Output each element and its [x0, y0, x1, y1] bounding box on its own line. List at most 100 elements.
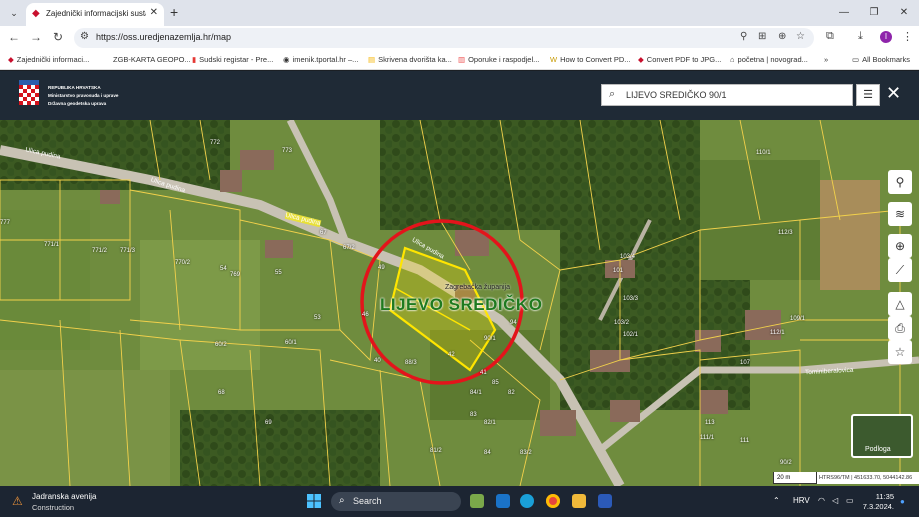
battery-icon[interactable]: ▭: [846, 496, 854, 505]
parcel-label: 42: [448, 352, 455, 358]
shape-icon[interactable]: △: [888, 292, 912, 316]
bookmark-item[interactable]: ▮ Sudski registar - Pre...: [192, 55, 273, 64]
parcel-label: 90/1: [484, 336, 496, 342]
weather-title: Jadranska avenija: [32, 492, 97, 501]
parcel-label: 772: [210, 140, 221, 146]
bookmark-item[interactable]: W How to Convert PD...: [550, 55, 631, 64]
parcel-label: 113: [705, 420, 715, 426]
tray-chevron-icon[interactable]: ⌃: [773, 496, 780, 505]
parcel-label: 777: [0, 220, 11, 226]
parcel-label: 53: [314, 315, 321, 321]
measure-icon[interactable]: ⟋: [888, 258, 912, 282]
tab-search-icon[interactable]: ⌄: [6, 5, 22, 21]
back-icon[interactable]: ←: [6, 30, 22, 44]
address-bar[interactable]: ⚙ https://oss.uredjenazemlja.hr/map ⚲ ⊞ …: [74, 28, 814, 48]
download-icon[interactable]: ⤓: [858, 30, 863, 43]
basemap-label: Podloga: [865, 446, 891, 453]
url-text: https://oss.uredjenazemlja.hr/map: [96, 32, 232, 42]
all-bookmarks[interactable]: ▭ All Bookmarks: [852, 55, 910, 64]
coordinate-readout: HTRS96/TM | 451633.70, 5044142.86: [817, 472, 919, 484]
chrome-app-icon[interactable]: [546, 494, 560, 508]
parcel-search-input[interactable]: ⌕ LIJEVO SREDIČKO 90/1: [601, 84, 853, 106]
parcel-label: 40: [374, 358, 381, 364]
locate-icon[interactable]: ⚲: [888, 170, 912, 194]
parcel-label: 112/1: [770, 330, 785, 336]
map-canvas[interactable]: LIJEVO SREDIČKO Zagrebačka županija Ulic…: [0, 120, 919, 486]
parcel-label: 67: [320, 230, 327, 236]
site-favicon-icon: ◆: [32, 8, 40, 19]
maximize-icon[interactable]: ❐: [859, 0, 889, 26]
forward-icon[interactable]: →: [28, 30, 44, 44]
bookmark-item[interactable]: ▥ Oporuke i raspodjel...: [458, 55, 539, 64]
parcel-label: 771/1: [44, 242, 60, 248]
parcel-label: 111/1: [700, 435, 715, 441]
site-info-icon[interactable]: ⚙: [80, 31, 89, 42]
bookmark-item[interactable]: ▤ Skrivena dvorišta ka...: [368, 55, 452, 64]
widgets-app-icon[interactable]: [470, 494, 484, 508]
tab-strip: ⌄ ◆ Zajednički informacijski sustav z ✕ …: [0, 0, 919, 26]
extensions-icon[interactable]: ⧉: [826, 30, 834, 43]
bookmark-item[interactable]: ◆ Convert PDF to JPG...: [638, 55, 721, 64]
parcel-label: 81/2: [430, 448, 442, 454]
minimize-icon[interactable]: —: [829, 0, 859, 26]
bookmark-item[interactable]: ⌂ početna | novograd...: [730, 55, 808, 64]
new-tab-icon[interactable]: +: [170, 4, 178, 20]
doc-icon: ▥: [458, 55, 466, 64]
translate-icon[interactable]: ⊞: [758, 31, 766, 42]
basemap-switcher[interactable]: Podloga: [851, 414, 913, 458]
taskbar-search-placeholder: Search: [353, 496, 382, 506]
construction-icon[interactable]: ⚠: [12, 494, 23, 508]
folder-icon: ▭: [852, 55, 860, 64]
bookmark-item[interactable]: ◆ Zajednički informaci...: [8, 55, 89, 64]
parcel-label: 84: [484, 450, 491, 456]
parcel-label: 771/3: [120, 248, 136, 254]
outlook-app-icon[interactable]: [496, 494, 510, 508]
volume-icon[interactable]: ◁: [832, 496, 838, 505]
search-value: LIJEVO SREDIČKO 90/1: [626, 90, 727, 100]
parcel-label: 103/4: [620, 254, 636, 260]
file-explorer-app-icon[interactable]: [572, 494, 586, 508]
system-clock[interactable]: 11:35 7.3.2024.: [862, 492, 894, 512]
parcel-label: 88/3: [405, 360, 417, 366]
tab-active[interactable]: ◆ Zajednički informacijski sustav z ✕: [26, 3, 164, 26]
flag-icon: ▮: [192, 55, 197, 64]
reload-icon[interactable]: ↻: [50, 30, 66, 44]
profile-avatar[interactable]: I: [880, 31, 892, 43]
notification-icon[interactable]: ●: [900, 497, 905, 506]
tab-title: Zajednički informacijski sustav z: [46, 9, 146, 18]
location-icon[interactable]: ⚲: [740, 31, 747, 42]
wifi-icon[interactable]: ◠: [818, 496, 825, 505]
favorite-star-icon[interactable]: ☆: [888, 340, 912, 364]
croatia-crest-icon: [19, 80, 39, 105]
close-icon[interactable]: ✕: [886, 83, 901, 103]
globe-icon: ◉: [283, 55, 290, 64]
taskbar: ⚠ Jadranska avenija Construction ⌕ Searc…: [0, 486, 919, 517]
menu-icon[interactable]: ⋮: [902, 30, 913, 43]
bookmark-item[interactable]: ZGB-KARTA GEOPO...: [113, 55, 191, 64]
word-app-icon[interactable]: [598, 494, 612, 508]
bookmark-item[interactable]: ◉ imenik.tportal.hr –...: [283, 55, 358, 64]
parcel-label: 83: [470, 412, 477, 418]
bookmarks-bar: ◆ Zajednički informaci... ZGB-KARTA GEOPO…: [0, 50, 919, 70]
home-icon: ⌂: [730, 55, 735, 64]
close-tab-icon[interactable]: ✕: [150, 7, 158, 18]
weather-subtitle: Construction: [32, 503, 75, 512]
zoom-icon[interactable]: ⊕: [778, 31, 786, 42]
filter-icon[interactable]: ☰: [856, 84, 880, 106]
edge-app-icon[interactable]: [520, 494, 534, 508]
layers-icon[interactable]: ≋: [888, 202, 912, 226]
parcel-label: 69: [265, 420, 272, 426]
print-icon[interactable]: ⎙: [888, 316, 912, 340]
w-icon: W: [550, 55, 558, 64]
bookmark-star-icon[interactable]: ☆: [796, 31, 805, 42]
taskbar-search[interactable]: ⌕ Search: [331, 492, 461, 511]
zoom-search-icon[interactable]: ⊕: [888, 234, 912, 258]
more-bookmarks-icon[interactable]: »: [824, 55, 828, 64]
parcel-label: 83/2: [520, 450, 532, 456]
favicon-icon: ◆: [8, 55, 14, 64]
language-indicator[interactable]: HRV: [793, 496, 810, 505]
close-window-icon[interactable]: ✕: [889, 0, 919, 26]
organization-name: REPUBLIKA HRVATSKA Ministarstvo pravosuđ…: [48, 85, 119, 106]
windows-start-icon[interactable]: [307, 494, 321, 508]
parcel-label: 55: [275, 270, 282, 276]
